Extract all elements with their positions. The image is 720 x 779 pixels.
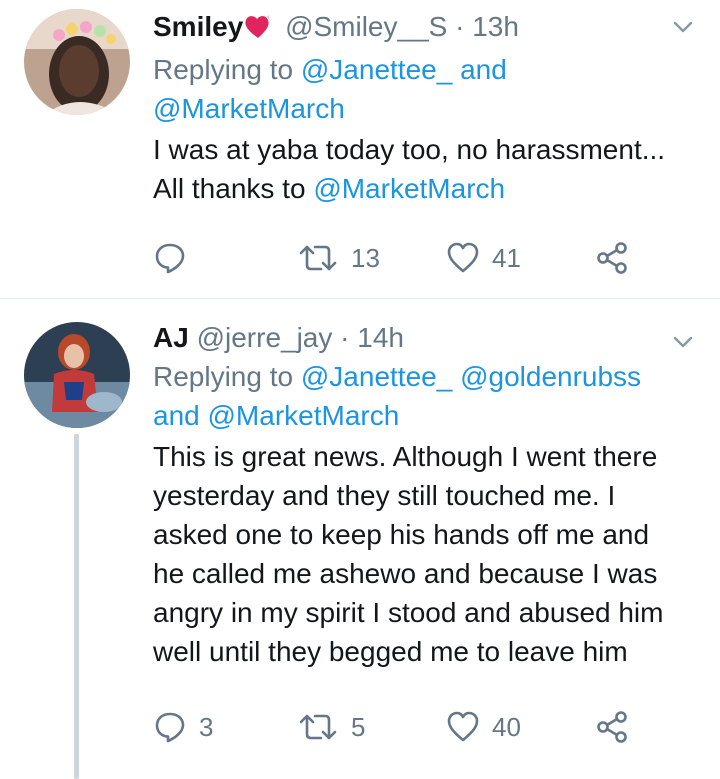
tweet-header: AJ @jerre_jay · 14h xyxy=(153,319,670,357)
mention-link[interactable]: @MarketMarch xyxy=(313,173,505,204)
heart-emoji-icon xyxy=(243,12,273,50)
reply-button[interactable]: 3 xyxy=(153,707,213,747)
mention-link[interactable]: @MarketMarch xyxy=(153,93,345,124)
like-count: 40 xyxy=(492,711,521,742)
reply-button[interactable] xyxy=(153,238,187,278)
avatar[interactable] xyxy=(24,322,130,428)
replying-prefix: Replying to xyxy=(153,361,294,392)
like-button[interactable]: 41 xyxy=(446,238,521,278)
reply-icon xyxy=(155,712,185,743)
tweet-text-line: All thanks to xyxy=(153,173,306,204)
retweet-count: 5 xyxy=(351,711,366,742)
timestamp[interactable]: 14h xyxy=(357,322,404,353)
chevron-down-icon[interactable] xyxy=(672,331,694,353)
chevron-down-icon[interactable] xyxy=(672,16,694,38)
retweet-icon xyxy=(299,245,337,271)
reply-icon xyxy=(155,243,185,274)
retweet-count: 13 xyxy=(351,242,380,273)
share-button[interactable] xyxy=(595,238,629,278)
share-icon xyxy=(597,711,627,743)
reply-count: 3 xyxy=(199,711,214,742)
tweet-header: Smiley @Smiley__S · 13h xyxy=(153,8,670,50)
user-handle[interactable]: @Smiley__S xyxy=(285,11,447,42)
replying-prefix: Replying to xyxy=(153,54,294,85)
share-icon xyxy=(597,242,627,274)
tweet-text: This is great news. Although I went ther… xyxy=(153,441,664,667)
replying-joiner: and xyxy=(153,400,200,431)
heart-icon xyxy=(447,242,479,273)
separator-dot: · xyxy=(340,322,350,353)
tweet-text-line: I was at yaba today too, no harassment..… xyxy=(153,134,666,165)
share-button[interactable] xyxy=(595,707,629,747)
separator-dot: · xyxy=(455,11,465,42)
heart-icon xyxy=(447,711,479,742)
retweet-button[interactable]: 5 xyxy=(297,707,365,747)
tweet[interactable]: AJ @jerre_jay · 14h Replying to @Janette… xyxy=(0,299,720,779)
display-name[interactable]: AJ xyxy=(153,322,189,353)
mention-link[interactable]: @MarketMarch xyxy=(208,400,400,431)
thread-line xyxy=(74,434,79,779)
retweet-icon xyxy=(299,714,337,740)
mention-link[interactable]: @Janettee_ xyxy=(301,54,452,85)
tweet-text: I was at yaba today too, no harassment..… xyxy=(153,130,670,208)
replying-to: Replying to @Janettee_ and @MarketMarch xyxy=(153,50,670,128)
like-count: 41 xyxy=(492,242,521,273)
user-handle[interactable]: @jerre_jay xyxy=(197,322,333,353)
avatar-image xyxy=(24,322,130,428)
retweet-button[interactable]: 13 xyxy=(297,238,380,278)
mention-link[interactable]: @Janettee_ xyxy=(301,361,452,392)
like-button[interactable]: 40 xyxy=(446,707,521,747)
avatar-image xyxy=(24,9,130,115)
mention-link[interactable]: @goldenrubss xyxy=(460,361,641,392)
tweet[interactable]: Smiley @Smiley__S · 13h Replying to @Jan… xyxy=(0,0,720,298)
avatar[interactable] xyxy=(24,9,130,115)
display-name[interactable]: Smiley xyxy=(153,11,243,42)
timestamp[interactable]: 13h xyxy=(472,11,519,42)
replying-joiner: and xyxy=(460,54,507,85)
replying-to: Replying to @Janettee_ @goldenrubss and … xyxy=(153,357,670,435)
